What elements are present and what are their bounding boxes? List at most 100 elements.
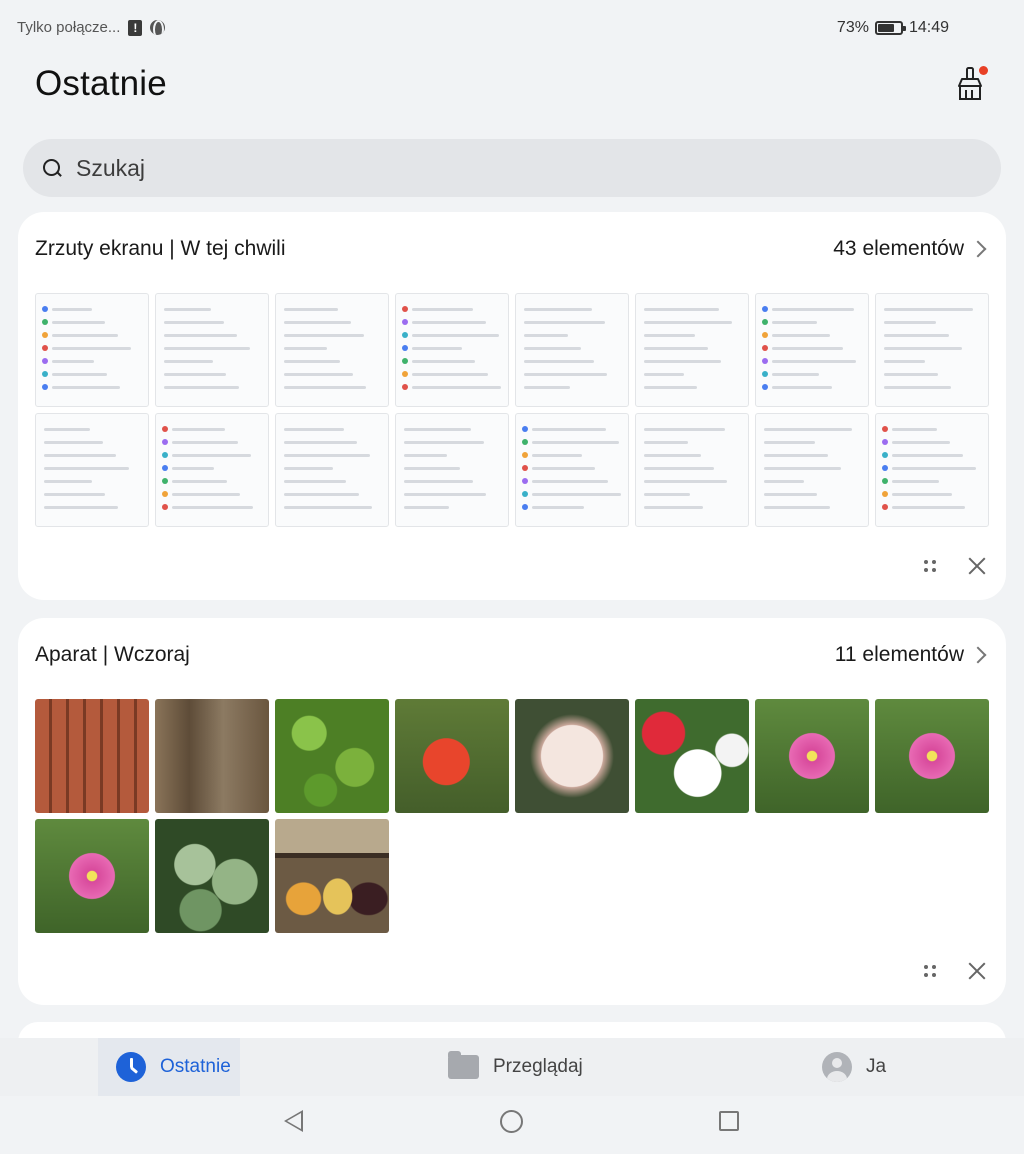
thumbnail-decoration	[404, 441, 484, 444]
close-icon[interactable]	[966, 555, 988, 577]
screenshot-thumbnail[interactable]	[35, 293, 149, 407]
thumbnail-decoration	[404, 467, 460, 470]
thumbnail-decoration	[404, 493, 486, 496]
recent-apps-icon[interactable]	[719, 1111, 739, 1131]
thumbnail-decoration	[764, 467, 841, 470]
back-icon[interactable]	[284, 1110, 303, 1132]
thumbnail-decoration	[772, 347, 843, 350]
thumbnail-decoration	[644, 480, 727, 483]
thumbnail-decoration	[162, 478, 168, 484]
thumbnail-decoration	[44, 493, 105, 496]
photo-thumbnail[interactable]	[275, 819, 389, 933]
screenshot-thumbnail[interactable]	[275, 293, 389, 407]
nav-item-browse[interactable]: Przeglądaj	[448, 1038, 583, 1096]
photo-thumbnail[interactable]	[755, 699, 869, 813]
thumbnail-decoration	[404, 454, 447, 457]
thumbnail-decoration	[164, 321, 224, 324]
thumbnail-decoration	[644, 347, 708, 350]
screenshot-thumbnail[interactable]	[755, 413, 869, 527]
thumbnail-decoration	[42, 319, 48, 325]
screenshot-thumbnail[interactable]	[635, 413, 749, 527]
photo-thumbnail[interactable]	[155, 819, 269, 933]
screenshot-thumbnail[interactable]	[155, 293, 269, 407]
clean-button[interactable]	[954, 66, 990, 102]
home-icon[interactable]	[500, 1110, 523, 1133]
screenshot-thumbnail[interactable]	[515, 293, 629, 407]
photo-thumbnail[interactable]	[275, 699, 389, 813]
thumbnail-decoration	[42, 371, 48, 377]
thumbnail-decoration	[644, 308, 719, 311]
screenshot-thumbnail[interactable]	[155, 413, 269, 527]
screenshot-thumbnail[interactable]	[755, 293, 869, 407]
thumbnail-decoration	[772, 360, 856, 363]
thumbnail-decoration	[644, 321, 732, 324]
search-input[interactable]	[76, 154, 956, 182]
thumbnail-decoration	[644, 360, 721, 363]
thumbnail-decoration	[524, 347, 581, 350]
photo-thumbnail[interactable]	[875, 699, 989, 813]
thumbnail-decoration	[532, 493, 621, 496]
album-count[interactable]: 11 elementów	[835, 643, 988, 667]
photo-thumbnail[interactable]	[635, 699, 749, 813]
photo-thumbnail[interactable]	[35, 819, 149, 933]
thumbnail-decoration	[524, 386, 570, 389]
album-header[interactable]: Aparat | Wczoraj 11 elementów	[35, 640, 988, 670]
thumbnail-decoration	[532, 441, 619, 444]
album-count[interactable]: 43 elementów	[833, 237, 988, 261]
screenshot-thumbnail[interactable]	[875, 413, 989, 527]
thumbnail-decoration	[172, 480, 227, 483]
close-icon[interactable]	[966, 960, 988, 982]
drag-handle-icon[interactable]	[920, 556, 940, 576]
status-left: Tylko połącze... !	[17, 19, 166, 36]
thumbnail-decoration	[284, 373, 353, 376]
thumbnail-decoration	[762, 358, 768, 364]
photo-thumbnail[interactable]	[35, 699, 149, 813]
screenshot-thumbnail[interactable]	[635, 293, 749, 407]
thumbnail-decoration	[44, 506, 118, 509]
thumbnail-decoration	[404, 428, 471, 431]
thumbnail-grid	[35, 293, 989, 527]
nav-item-label: Przeglądaj	[493, 1056, 583, 1077]
screenshot-thumbnail[interactable]	[275, 413, 389, 527]
thumbnail-decoration	[764, 428, 852, 431]
screenshot-thumbnail[interactable]	[395, 413, 509, 527]
clock-time: 14:49	[908, 19, 949, 36]
thumbnail-decoration	[172, 506, 253, 509]
thumbnail-decoration	[524, 360, 594, 363]
search-bar[interactable]	[23, 139, 1001, 197]
thumbnail-decoration	[524, 373, 607, 376]
photo-thumbnail[interactable]	[395, 699, 509, 813]
thumbnail-decoration	[764, 480, 804, 483]
thumbnail-decoration	[284, 493, 359, 496]
thumbnail-decoration	[884, 386, 951, 389]
thumbnail-decoration	[522, 491, 528, 497]
screenshot-thumbnail[interactable]	[515, 413, 629, 527]
carrier-text: Tylko połącze...	[17, 19, 121, 36]
thumbnail-decoration	[172, 441, 238, 444]
thumbnail-decoration	[44, 441, 103, 444]
thumbnail-decoration	[524, 308, 592, 311]
thumbnail-decoration	[162, 426, 168, 432]
album-header[interactable]: Zrzuty ekranu | W tej chwili 43 elementó…	[35, 234, 988, 264]
thumbnail-decoration	[284, 386, 366, 389]
thumbnail-decoration	[762, 306, 768, 312]
album-actions	[920, 960, 988, 982]
nav-item-me[interactable]: Ja	[822, 1038, 886, 1096]
nav-item-label: Ostatnie	[160, 1056, 231, 1077]
photo-thumbnail[interactable]	[155, 699, 269, 813]
screenshot-thumbnail[interactable]	[35, 413, 149, 527]
drag-handle-icon[interactable]	[920, 961, 940, 981]
thumbnail-decoration	[892, 480, 939, 483]
screenshot-thumbnail[interactable]	[875, 293, 989, 407]
thumbnail-decoration	[892, 493, 952, 496]
thumbnail-decoration	[402, 371, 408, 377]
screenshot-thumbnail[interactable]	[395, 293, 509, 407]
thumbnail-decoration	[44, 467, 129, 470]
thumbnail-decoration	[764, 441, 815, 444]
system-nav-bar	[0, 1096, 1024, 1154]
thumbnail-decoration	[44, 428, 90, 431]
nav-item-recent[interactable]: Ostatnie	[116, 1038, 231, 1096]
thumbnail-decoration	[284, 360, 340, 363]
thumbnail-decoration	[522, 465, 528, 471]
photo-thumbnail[interactable]	[515, 699, 629, 813]
